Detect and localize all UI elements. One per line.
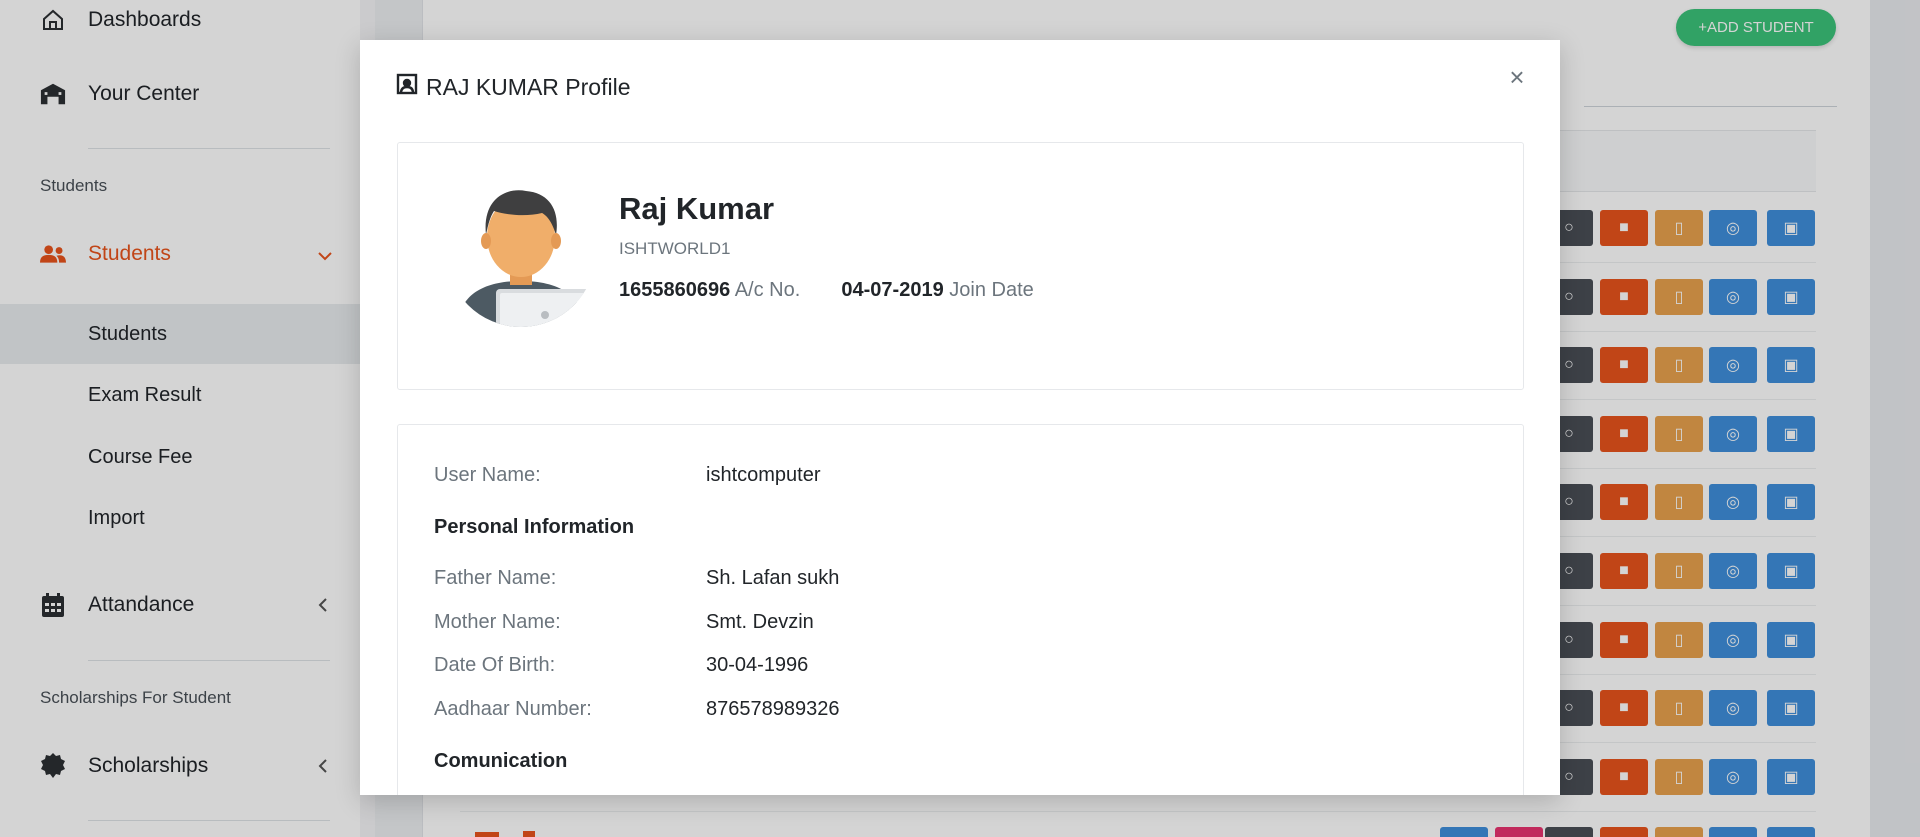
account-number: 1655860696 [619, 279, 731, 301]
profile-id: ISHTWORLD1 [619, 239, 731, 258]
aadhaar-value: 876578989326 [706, 698, 840, 720]
username-label: User Name: [434, 464, 541, 486]
profile-meta: 1655860696 A/c No. 04-07-2019 Join Date [619, 279, 1034, 302]
aadhaar-label: Aadhaar Number: [434, 698, 592, 720]
avatar [446, 177, 596, 327]
personal-information-heading: Personal Information [434, 516, 635, 538]
father-name-label: Father Name: [434, 567, 557, 589]
join-date-label: Join Date [949, 279, 1034, 301]
profile-modal: RAJ KUMAR Profile × Raj Kumar ISHTWORLD1… [360, 40, 1560, 795]
join-date: 04-07-2019 [841, 279, 944, 301]
close-button[interactable]: × [1500, 60, 1534, 94]
account-label: A/c No. [734, 279, 801, 301]
modal-title: RAJ KUMAR Profile [396, 73, 630, 101]
modal-title-text: RAJ KUMAR Profile [426, 73, 631, 100]
dob-label: Date Of Birth: [434, 654, 556, 676]
profile-name: Raj Kumar [619, 191, 775, 226]
profile-details-panel: User Name: ishtcomputer Personal Informa… [397, 424, 1524, 795]
dob-value: 30-04-1996 [706, 654, 809, 676]
mother-name-label: Mother Name: [434, 611, 561, 633]
father-name-value: Sh. Lafan sukh [706, 567, 840, 589]
username-value: ishtcomputer [706, 464, 821, 486]
mother-name-value: Smt. Devzin [706, 611, 814, 633]
id-card-icon [396, 73, 418, 101]
profile-summary-panel: Raj Kumar ISHTWORLD1 1655860696 A/c No. … [397, 142, 1524, 390]
communication-heading: Comunication [434, 750, 568, 772]
